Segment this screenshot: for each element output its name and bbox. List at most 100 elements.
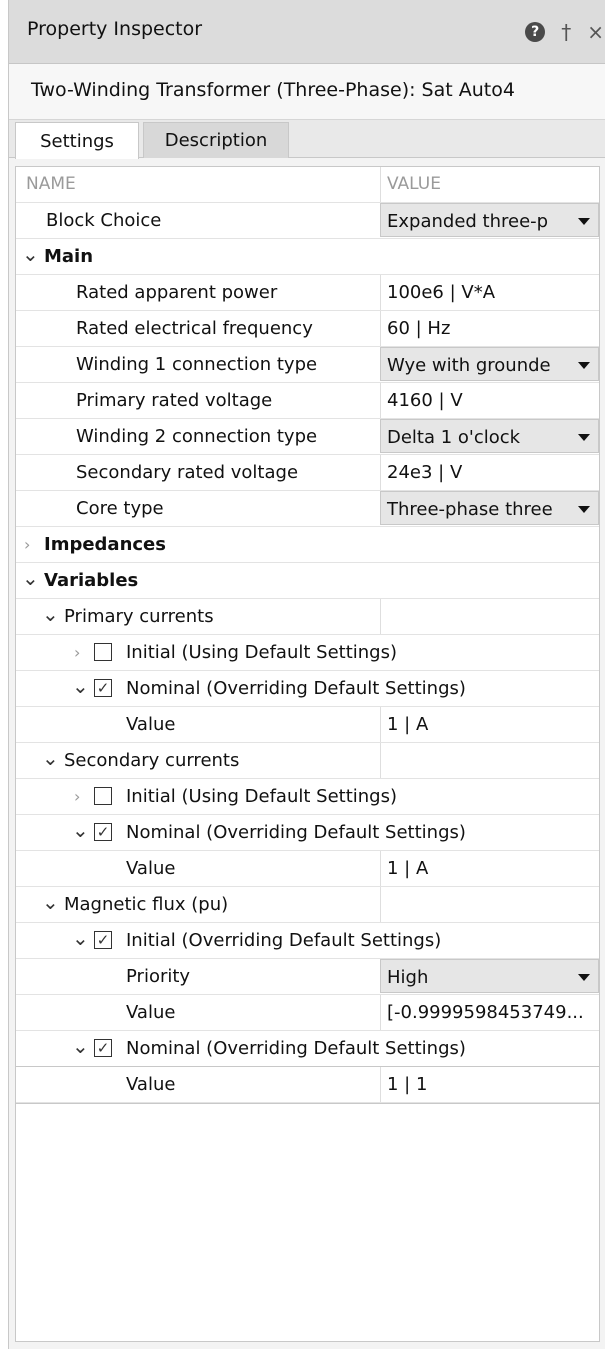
nominal-label: Nominal (Overriding Default Settings) xyxy=(126,1038,466,1059)
help-icon[interactable]: ? xyxy=(525,22,546,42)
property-row: Winding 2 connection type Delta 1 o'cloc… xyxy=(16,419,599,455)
dropdown-value: Three-phase three xyxy=(387,499,553,520)
group-main[interactable]: ⌄ Main xyxy=(16,239,599,275)
chevron-down-icon[interactable]: ⌄ xyxy=(42,887,59,922)
block-choice-value: Expanded three-p xyxy=(387,211,549,232)
name-column-header: NAME xyxy=(26,174,76,194)
property-name: Value xyxy=(126,1002,176,1023)
initial-checkbox[interactable]: ✓ xyxy=(94,931,112,949)
chevron-down-icon[interactable]: ⌄ xyxy=(42,743,59,778)
initial-checkbox[interactable] xyxy=(94,643,112,661)
property-value[interactable]: 1 | A xyxy=(380,707,599,742)
dropdown-value: Wye with grounde xyxy=(387,355,551,376)
property-name: Rated apparent power xyxy=(76,282,278,303)
block-choice-row: Block Choice Expanded three-p xyxy=(16,203,599,239)
block-choice-dropdown[interactable]: Expanded three-p xyxy=(380,203,599,237)
nominal-row: ⌄ ✓ Nominal (Overriding Default Settings… xyxy=(16,815,599,851)
winding2-dropdown[interactable]: Delta 1 o'clock xyxy=(380,419,599,453)
subgroup-label: Magnetic flux (pu) xyxy=(64,894,229,915)
property-value[interactable]: 100e6 | V*A xyxy=(380,275,599,310)
tab-description[interactable]: Description xyxy=(143,122,289,158)
property-row: Rated electrical frequency 60 | Hz xyxy=(16,311,599,347)
dropdown-arrow-icon xyxy=(578,362,590,369)
subgroup-label: Primary currents xyxy=(64,606,214,627)
property-grid: NAME VALUE Block Choice Expanded three-p… xyxy=(15,166,600,1342)
close-icon[interactable]: × xyxy=(587,22,604,42)
property-name: Value xyxy=(126,714,176,735)
property-value[interactable]: 1 | A xyxy=(380,851,599,886)
dropdown-value: Delta 1 o'clock xyxy=(387,427,521,448)
subgroup-secondary-currents[interactable]: ⌄ Secondary currents xyxy=(16,743,599,779)
empty-value-cell xyxy=(380,887,599,922)
group-variables[interactable]: ⌄ Variables xyxy=(16,563,599,599)
nominal-label: Nominal (Overriding Default Settings) xyxy=(126,678,466,699)
property-name: Rated electrical frequency xyxy=(76,318,313,339)
property-row: Value [-0.9999598453749... xyxy=(16,995,599,1031)
dropdown-arrow-icon xyxy=(578,218,590,225)
property-value[interactable]: 24e3 | V xyxy=(380,455,599,490)
empty-value-cell xyxy=(380,743,599,778)
initial-row: › Initial (Using Default Settings) xyxy=(16,779,599,815)
chevron-right-icon[interactable]: › xyxy=(24,527,30,562)
chevron-down-icon[interactable]: ⌄ xyxy=(22,239,39,274)
nominal-checkbox[interactable]: ✓ xyxy=(94,823,112,841)
subgroup-primary-currents[interactable]: ⌄ Primary currents xyxy=(16,599,599,635)
winding1-dropdown[interactable]: Wye with grounde xyxy=(380,347,599,381)
chevron-right-icon[interactable]: › xyxy=(74,635,80,670)
chevron-down-icon[interactable]: ⌄ xyxy=(22,563,39,598)
tab-settings[interactable]: Settings xyxy=(15,122,139,159)
priority-dropdown[interactable]: High xyxy=(380,959,599,993)
title-bar: Property Inspector ? † × xyxy=(9,0,605,64)
property-value[interactable]: 60 | Hz xyxy=(380,311,599,346)
property-row: Winding 1 connection type Wye with groun… xyxy=(16,347,599,383)
property-name: Winding 1 connection type xyxy=(76,354,318,375)
property-name: Value xyxy=(126,858,176,879)
nominal-checkbox[interactable]: ✓ xyxy=(94,1039,112,1057)
dropdown-arrow-icon xyxy=(578,506,590,513)
chevron-down-icon[interactable]: ⌄ xyxy=(72,923,89,958)
panel-title: Property Inspector xyxy=(27,18,203,40)
initial-checkbox[interactable] xyxy=(94,787,112,805)
initial-label: Initial (Overriding Default Settings) xyxy=(126,930,442,951)
property-value[interactable]: 1 | 1 xyxy=(380,1067,599,1102)
core-type-dropdown[interactable]: Three-phase three xyxy=(380,491,599,525)
property-row-selected: Value 1 | 1 xyxy=(15,1066,600,1104)
group-impedances[interactable]: › Impedances xyxy=(16,527,599,563)
group-impedances-label: Impedances xyxy=(44,534,166,555)
property-row: Priority High xyxy=(16,959,599,995)
property-inspector-panel: Property Inspector ? † × Two-Winding Tra… xyxy=(8,0,605,1349)
dropdown-value: High xyxy=(387,967,429,988)
block-header: Two-Winding Transformer (Three-Phase): S… xyxy=(9,64,605,120)
initial-label: Initial (Using Default Settings) xyxy=(126,642,398,663)
nominal-label: Nominal (Overriding Default Settings) xyxy=(126,822,466,843)
chevron-down-icon[interactable]: ⌄ xyxy=(72,671,89,706)
initial-row: › Initial (Using Default Settings) xyxy=(16,635,599,671)
nominal-checkbox[interactable]: ✓ xyxy=(94,679,112,697)
subgroup-label: Secondary currents xyxy=(64,750,240,771)
dropdown-arrow-icon xyxy=(578,434,590,441)
property-row: Rated apparent power 100e6 | V*A xyxy=(16,275,599,311)
pin-icon[interactable]: † xyxy=(561,22,571,42)
property-value[interactable]: 4160 | V xyxy=(380,383,599,418)
property-name: Secondary rated voltage xyxy=(76,462,299,483)
initial-label: Initial (Using Default Settings) xyxy=(126,786,398,807)
chevron-right-icon[interactable]: › xyxy=(74,779,80,814)
group-variables-label: Variables xyxy=(44,570,139,591)
property-name: Priority xyxy=(126,966,191,987)
grid-header-row: NAME VALUE xyxy=(16,167,599,203)
chevron-down-icon[interactable]: ⌄ xyxy=(42,599,59,634)
property-row: Primary rated voltage 4160 | V xyxy=(16,383,599,419)
property-value[interactable]: [-0.9999598453749... xyxy=(380,995,599,1030)
subgroup-magnetic-flux[interactable]: ⌄ Magnetic flux (pu) xyxy=(16,887,599,923)
chevron-down-icon[interactable]: ⌄ xyxy=(72,1031,89,1066)
empty-value-cell xyxy=(380,599,599,634)
property-row: Secondary rated voltage 24e3 | V xyxy=(16,455,599,491)
chevron-down-icon[interactable]: ⌄ xyxy=(72,815,89,850)
property-row: Value 1 | A xyxy=(16,851,599,887)
property-row: Core type Three-phase three xyxy=(16,491,599,527)
block-title: Two-Winding Transformer (Three-Phase): S… xyxy=(31,79,515,101)
property-name: Value xyxy=(126,1074,176,1095)
property-row: Value 1 | A xyxy=(16,707,599,743)
property-name: Winding 2 connection type xyxy=(76,426,318,447)
dropdown-arrow-icon xyxy=(578,974,590,981)
